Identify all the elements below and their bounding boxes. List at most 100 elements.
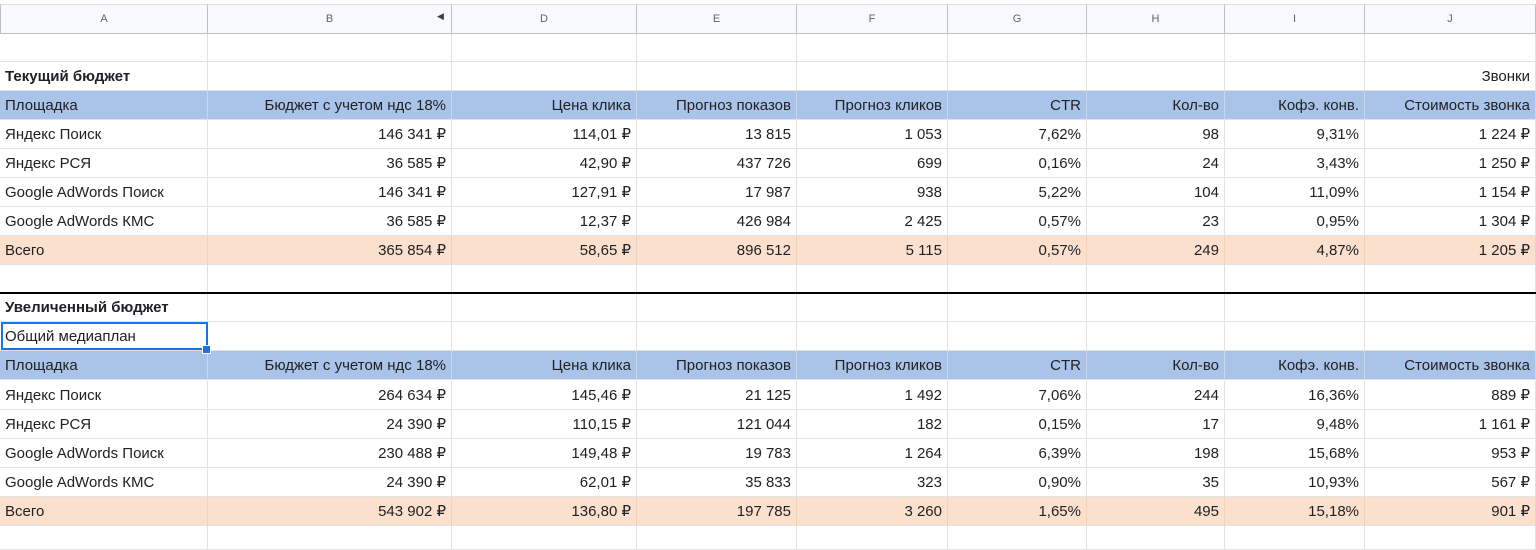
table-cell[interactable]: 15,18%: [1225, 497, 1365, 526]
table-cell[interactable]: 244: [1087, 381, 1225, 410]
table-cell[interactable]: Всего: [0, 497, 208, 526]
table-cell[interactable]: 1 053: [797, 120, 948, 149]
table-cell[interactable]: 543 902 ₽: [208, 497, 452, 526]
table-cell[interactable]: 110,15 ₽: [452, 410, 637, 439]
table-cell[interactable]: Google AdWords КМС: [0, 468, 208, 497]
table-cell[interactable]: Прогноз показов: [637, 351, 797, 380]
table-cell[interactable]: 24 390 ₽: [208, 468, 452, 497]
table-cell[interactable]: 17 987: [637, 178, 797, 207]
table-cell[interactable]: 198: [1087, 439, 1225, 468]
column-header-g[interactable]: G: [948, 4, 1087, 34]
table-cell[interactable]: 426 984: [637, 207, 797, 236]
table-cell[interactable]: 21 125: [637, 381, 797, 410]
table-cell[interactable]: [1225, 62, 1365, 91]
table-cell[interactable]: 4,87%: [1225, 236, 1365, 265]
table-cell[interactable]: 114,01 ₽: [452, 120, 637, 149]
column-header-h[interactable]: H: [1087, 4, 1225, 34]
table-cell[interactable]: [0, 34, 208, 62]
table-cell[interactable]: 567 ₽: [1365, 468, 1536, 497]
table-cell[interactable]: [948, 34, 1087, 62]
table-cell[interactable]: [208, 34, 452, 62]
table-cell[interactable]: 437 726: [637, 149, 797, 178]
table-cell[interactable]: 182: [797, 410, 948, 439]
table-cell[interactable]: [637, 293, 797, 322]
table-cell[interactable]: 9,31%: [1225, 120, 1365, 149]
table-cell[interactable]: 58,65 ₽: [452, 236, 637, 265]
table-cell[interactable]: Яндекс Поиск: [0, 381, 208, 410]
table-cell[interactable]: Google AdWords Поиск: [0, 178, 208, 207]
hidden-column-left-arrow-icon[interactable]: ◀: [437, 11, 444, 22]
table-cell[interactable]: 0,57%: [948, 236, 1087, 265]
table-cell[interactable]: [1225, 293, 1365, 322]
table-cell[interactable]: Прогноз кликов: [797, 351, 948, 380]
table-cell[interactable]: 323: [797, 468, 948, 497]
table-cell[interactable]: 1,65%: [948, 497, 1087, 526]
section-title-current[interactable]: Текущий бюджет: [0, 62, 208, 91]
table-cell[interactable]: 35 833: [637, 468, 797, 497]
column-header-j[interactable]: J: [1365, 4, 1536, 34]
table-cell[interactable]: 13 815: [637, 120, 797, 149]
table-cell[interactable]: 1 250 ₽: [1365, 149, 1536, 178]
table-cell[interactable]: [1365, 322, 1536, 351]
table-cell[interactable]: [1225, 34, 1365, 62]
table-cell[interactable]: Бюджет с учетом ндс 18%: [208, 91, 452, 120]
table-cell[interactable]: 98: [1087, 120, 1225, 149]
table-cell[interactable]: 6,39%: [948, 439, 1087, 468]
table-cell[interactable]: [797, 265, 948, 293]
table-cell[interactable]: Цена клика: [452, 91, 637, 120]
table-cell[interactable]: 145,46 ₽: [452, 381, 637, 410]
table-cell[interactable]: [452, 526, 637, 550]
table-cell[interactable]: 365 854 ₽: [208, 236, 452, 265]
column-header-i[interactable]: I: [1225, 4, 1365, 34]
table-cell[interactable]: [452, 322, 637, 351]
table-cell[interactable]: [948, 526, 1087, 550]
table-cell[interactable]: [637, 526, 797, 550]
table-cell[interactable]: Прогноз кликов: [797, 91, 948, 120]
table-cell[interactable]: [208, 265, 452, 293]
table-cell[interactable]: 9,48%: [1225, 410, 1365, 439]
table-cell[interactable]: 896 512: [637, 236, 797, 265]
section-title-increased[interactable]: Увеличенный бюджет: [0, 293, 208, 322]
table-cell[interactable]: [208, 322, 452, 351]
table-cell[interactable]: 938: [797, 178, 948, 207]
table-cell[interactable]: 1 154 ₽: [1365, 178, 1536, 207]
table-cell[interactable]: Кол-во: [1087, 91, 1225, 120]
table-cell[interactable]: Бюджет с учетом ндс 18%: [208, 351, 452, 380]
table-cell[interactable]: 1 224 ₽: [1365, 120, 1536, 149]
calls-group-label[interactable]: Звонки: [1365, 62, 1536, 91]
table-cell[interactable]: 3 260: [797, 497, 948, 526]
table-cell[interactable]: [1225, 265, 1365, 293]
table-cell[interactable]: [1365, 293, 1536, 322]
table-cell[interactable]: [948, 322, 1087, 351]
table-cell[interactable]: 0,95%: [1225, 207, 1365, 236]
table-cell[interactable]: Цена клика: [452, 351, 637, 380]
table-cell[interactable]: 7,62%: [948, 120, 1087, 149]
table-cell[interactable]: 35: [1087, 468, 1225, 497]
table-cell[interactable]: [1087, 526, 1225, 550]
table-cell[interactable]: [208, 293, 452, 322]
table-cell[interactable]: 36 585 ₽: [208, 149, 452, 178]
table-cell[interactable]: 889 ₽: [1365, 381, 1536, 410]
table-cell[interactable]: Стоимость звонка: [1365, 351, 1536, 380]
table-cell[interactable]: 2 425: [797, 207, 948, 236]
table-cell[interactable]: 1 205 ₽: [1365, 236, 1536, 265]
table-cell[interactable]: [452, 265, 637, 293]
table-cell[interactable]: CTR: [948, 91, 1087, 120]
table-cell[interactable]: 197 785: [637, 497, 797, 526]
table-cell[interactable]: 3,43%: [1225, 149, 1365, 178]
table-cell[interactable]: 19 783: [637, 439, 797, 468]
table-cell[interactable]: Всего: [0, 236, 208, 265]
table-cell[interactable]: Стоимость звонка: [1365, 91, 1536, 120]
table-cell[interactable]: 104: [1087, 178, 1225, 207]
table-cell[interactable]: 146 341 ₽: [208, 120, 452, 149]
table-cell[interactable]: [0, 265, 208, 293]
column-header-b[interactable]: B: [208, 4, 452, 34]
table-cell[interactable]: 24: [1087, 149, 1225, 178]
table-cell[interactable]: 249: [1087, 236, 1225, 265]
column-header-d[interactable]: D: [452, 4, 637, 34]
table-cell[interactable]: 11,09%: [1225, 178, 1365, 207]
table-cell[interactable]: [797, 34, 948, 62]
table-cell[interactable]: [637, 265, 797, 293]
table-cell[interactable]: CTR: [948, 351, 1087, 380]
table-cell[interactable]: [1087, 34, 1225, 62]
